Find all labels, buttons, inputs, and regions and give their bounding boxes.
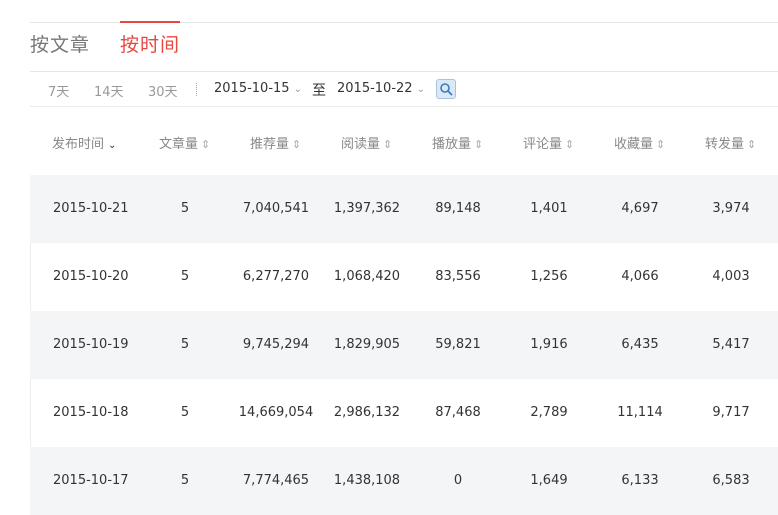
date-range-to-label: 至: [312, 83, 326, 99]
tab-by-time[interactable]: 按时间: [120, 32, 180, 58]
range-30-days[interactable]: 30天: [148, 81, 178, 100]
cell-comment-count: 1,649: [530, 473, 568, 488]
end-date-value: 2015-10-22: [337, 81, 413, 96]
cell-publish-date: 2015-10-18: [53, 405, 129, 420]
cell-share-count: 9,717: [712, 405, 750, 420]
cell-read-count: 2,986,132: [333, 405, 401, 420]
chevron-down-icon: ⌄: [293, 84, 302, 95]
sort-icon: ⇕: [201, 138, 211, 151]
stats-table: 发布时间 ⌄ 文章量 ⇕ 推荐量 ⇕ 阅读量 ⇕ 播放量 ⇕ 评论量 ⇕ 收藏量 ⇕ 转发量 ⇕…: [30, 107, 778, 515]
end-date-picker[interactable]: 2015-10-22 ⌄: [337, 81, 425, 96]
chevron-down-icon: ⌄: [416, 84, 425, 95]
cell-comment-count: 1,916: [530, 337, 568, 352]
date-filter-bar: 7天 14天 30天 2015-10-15 ⌄ 至 2015-10-22 ⌄: [30, 72, 778, 106]
sort-icon: ⇕: [474, 138, 484, 151]
table-header: 发布时间 ⌄ 文章量 ⇕ 推荐量 ⇕ 阅读量 ⇕ 播放量 ⇕ 评论量 ⇕ 收藏量 ⇕ 转发量 ⇕: [30, 107, 778, 175]
cell-recommend-count: 7,040,541: [242, 201, 310, 216]
column-header-read-count[interactable]: 阅读量 ⇕: [341, 133, 392, 152]
sort-icon: ⇕: [747, 138, 757, 151]
cell-comment-count: 1,256: [530, 269, 568, 284]
sort-icon: ⇕: [292, 138, 302, 151]
cell-article-count: 5: [180, 337, 190, 352]
range-7-days[interactable]: 7天: [48, 81, 69, 100]
column-header-label: 收藏量: [614, 137, 654, 152]
cell-favorite-count: 11,114: [617, 405, 663, 420]
column-header-favorite-count[interactable]: 收藏量 ⇕: [614, 133, 665, 152]
column-header-label: 播放量: [432, 137, 472, 152]
table-row: 2015-10-19 5 9,745,294 1,829,905 59,821 …: [30, 311, 778, 379]
table-row: 2015-10-20 5 6,277,270 1,068,420 83,556 …: [30, 243, 778, 311]
column-header-label: 转发量: [705, 137, 745, 152]
cell-share-count: 6,583: [712, 473, 750, 488]
column-header-publish-time[interactable]: 发布时间 ⌄: [52, 133, 116, 152]
cell-article-count: 5: [180, 269, 190, 284]
cell-article-count: 5: [180, 201, 190, 216]
cell-play-count: 89,148: [435, 201, 481, 216]
column-header-label: 发布时间: [52, 137, 105, 152]
sort-icon: ⇕: [656, 138, 666, 151]
sort-desc-icon: ⌄: [108, 140, 117, 151]
start-date-value: 2015-10-15: [214, 81, 290, 96]
column-header-play-count[interactable]: 播放量 ⇕: [432, 133, 483, 152]
cell-publish-date: 2015-10-19: [53, 337, 129, 352]
cell-comment-count: 2,789: [530, 405, 568, 420]
cell-share-count: 4,003: [712, 269, 750, 284]
cell-recommend-count: 6,277,270: [242, 269, 310, 284]
cell-read-count: 1,068,420: [333, 269, 401, 284]
table-row: 2015-10-21 5 7,040,541 1,397,362 89,148 …: [30, 175, 778, 243]
column-header-comment-count[interactable]: 评论量 ⇕: [523, 133, 574, 152]
cell-publish-date: 2015-10-20: [53, 269, 129, 284]
cell-play-count: 83,556: [435, 269, 481, 284]
cell-comment-count: 1,401: [530, 201, 568, 216]
column-header-recommend-count[interactable]: 推荐量 ⇕: [250, 133, 301, 152]
tab-by-article[interactable]: 按文章: [30, 32, 90, 58]
cell-recommend-count: 7,774,465: [242, 473, 310, 488]
cell-play-count: 0: [453, 473, 463, 488]
search-button[interactable]: [436, 79, 456, 99]
cell-recommend-count: 14,669,054: [238, 405, 314, 420]
cell-share-count: 5,417: [712, 337, 750, 352]
cell-read-count: 1,397,362: [333, 201, 401, 216]
cell-recommend-count: 9,745,294: [242, 337, 310, 352]
cell-read-count: 1,438,108: [333, 473, 401, 488]
cell-play-count: 87,468: [435, 405, 481, 420]
sort-icon: ⇕: [383, 138, 393, 151]
range-14-days[interactable]: 14天: [94, 81, 124, 100]
cell-share-count: 3,974: [712, 201, 750, 216]
table-row: 2015-10-17 5 7,774,465 1,438,108 0 1,649…: [30, 447, 778, 515]
start-date-picker[interactable]: 2015-10-15 ⌄: [214, 81, 302, 96]
cell-favorite-count: 6,133: [621, 473, 659, 488]
cell-favorite-count: 4,066: [621, 269, 659, 284]
cell-read-count: 1,829,905: [333, 337, 401, 352]
column-header-article-count[interactable]: 文章量 ⇕: [159, 133, 210, 152]
search-icon: [440, 83, 453, 96]
cell-favorite-count: 4,697: [621, 201, 659, 216]
sort-icon: ⇕: [565, 138, 575, 151]
column-header-share-count[interactable]: 转发量 ⇕: [705, 133, 756, 152]
cell-publish-date: 2015-10-21: [53, 201, 129, 216]
active-tab-indicator: [120, 21, 180, 23]
column-header-label: 评论量: [523, 137, 563, 152]
view-tabs: 按文章 按时间: [30, 21, 778, 71]
column-header-label: 文章量: [159, 137, 199, 152]
cell-article-count: 5: [180, 405, 190, 420]
column-header-label: 推荐量: [250, 137, 290, 152]
cell-play-count: 59,821: [435, 337, 481, 352]
column-header-label: 阅读量: [341, 137, 381, 152]
table-row: 2015-10-18 5 14,669,054 2,986,132 87,468…: [30, 379, 778, 447]
cell-publish-date: 2015-10-17: [53, 473, 129, 488]
cell-article-count: 5: [180, 473, 190, 488]
cell-favorite-count: 6,435: [621, 337, 659, 352]
filter-separator: [196, 83, 197, 96]
